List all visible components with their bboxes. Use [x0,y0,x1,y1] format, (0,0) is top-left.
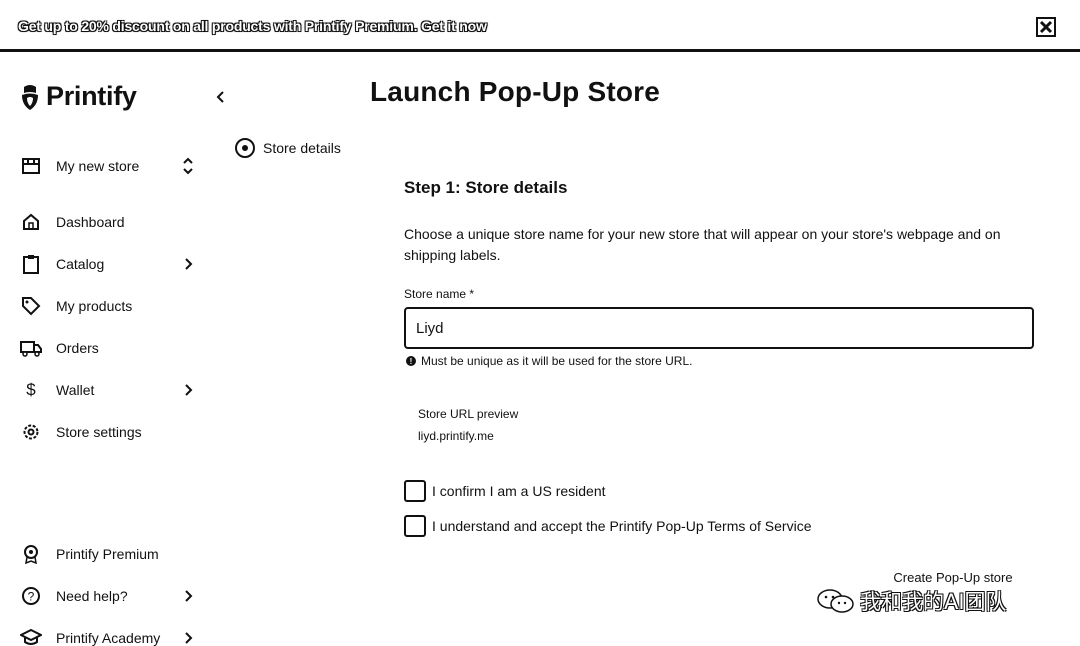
premium-badge-icon [20,543,42,565]
printify-logo-icon [22,84,38,110]
promo-text: Get up to 20% discount on all products w… [18,18,487,34]
chevron-right-icon [185,590,193,602]
sidebar-item-my-products[interactable]: My products [20,291,200,321]
promo-banner: Get up to 20% discount on all products w… [0,0,1080,52]
sidebar-item-label: Printify Academy [56,630,161,646]
url-preview-value: liyd.printify.me [418,429,494,443]
store-selector[interactable]: My new store [20,151,200,181]
sidebar-item-need-help[interactable]: ? Need help? [20,581,200,611]
terms-checkbox[interactable] [404,515,426,537]
terms-label: I understand and accept the Printify Pop… [432,518,812,534]
gear-icon [20,421,42,443]
collapse-sidebar-icon[interactable] [214,89,226,105]
create-popup-store-button[interactable]: Create Pop-Up store [878,566,1028,588]
stepper-step-store-details[interactable]: Store details [235,138,341,158]
sidebar-item-orders[interactable]: Orders [20,333,200,363]
url-preview-label: Store URL preview [418,407,519,421]
promo-link[interactable]: Get it now [421,18,487,34]
sidebar-item-label: Orders [56,340,99,356]
chevron-updown-icon [183,157,193,175]
store-name-label: Store name * [404,287,475,301]
page-title: Launch Pop-Up Store [370,76,661,107]
sidebar-item-dashboard[interactable]: Dashboard [20,207,200,237]
watermark-text: 我和我的AI团队 [860,590,1007,614]
sidebar-item-store-settings[interactable]: Store settings [20,417,200,447]
sidebar: Printify My new store Dashboard Catalog … [0,55,210,646]
sidebar-item-wallet[interactable]: $ Wallet [20,375,200,405]
info-icon: ! [406,356,416,366]
sidebar-item-catalog[interactable]: Catalog [20,249,200,279]
sidebar-item-printify-premium[interactable]: Printify Premium [20,539,200,569]
chevron-right-icon [185,632,193,644]
sidebar-item-label: Catalog [56,256,105,272]
hint-text: Must be unique as it will be used for th… [421,354,693,368]
sidebar-item-printify-academy[interactable]: Printify Academy [20,623,200,646]
sidebar-item-label: Printify Premium [56,546,159,562]
step-label: Store details [263,140,341,156]
us-resident-checkbox-row[interactable]: I confirm I am a US resident [404,480,606,502]
step-title: Step 1: Store details [404,178,568,197]
store-name-input[interactable] [404,307,1034,349]
dollar-icon: $ [26,380,36,399]
step-description: Choose a unique store name for your new … [404,226,1001,263]
store-name-hint: ! Must be unique as it will be used for … [406,354,692,368]
promo-message: Get up to 20% discount on all products w… [18,18,418,34]
home-icon [20,211,42,233]
close-icon[interactable] [1036,17,1056,37]
watermark: 我和我的AI团队 [816,586,1007,616]
printify-logo[interactable]: Printify [20,81,137,112]
help-icon: ? [20,585,42,607]
tag-icon [20,295,42,317]
sidebar-item-label: Need help? [56,588,128,604]
wechat-icon [817,589,854,613]
step-active-indicator [235,138,255,158]
chevron-right-icon [185,384,193,396]
us-resident-label: I confirm I am a US resident [432,483,606,499]
sidebar-item-label: Dashboard [56,214,125,230]
svg-text:?: ? [28,590,35,604]
sidebar-item-label: Store settings [56,424,142,440]
brand-name: Printify [46,81,137,111]
store-icon [20,155,42,177]
truck-icon [20,337,42,359]
store-selector-label: My new store [56,158,140,174]
chevron-right-icon [185,258,193,270]
clipboard-icon [20,253,42,275]
graduation-cap-icon [20,627,42,646]
sidebar-item-label: My products [56,298,133,314]
sidebar-item-label: Wallet [56,382,95,398]
us-resident-checkbox[interactable] [404,480,426,502]
terms-checkbox-row[interactable]: I understand and accept the Printify Pop… [404,515,812,537]
